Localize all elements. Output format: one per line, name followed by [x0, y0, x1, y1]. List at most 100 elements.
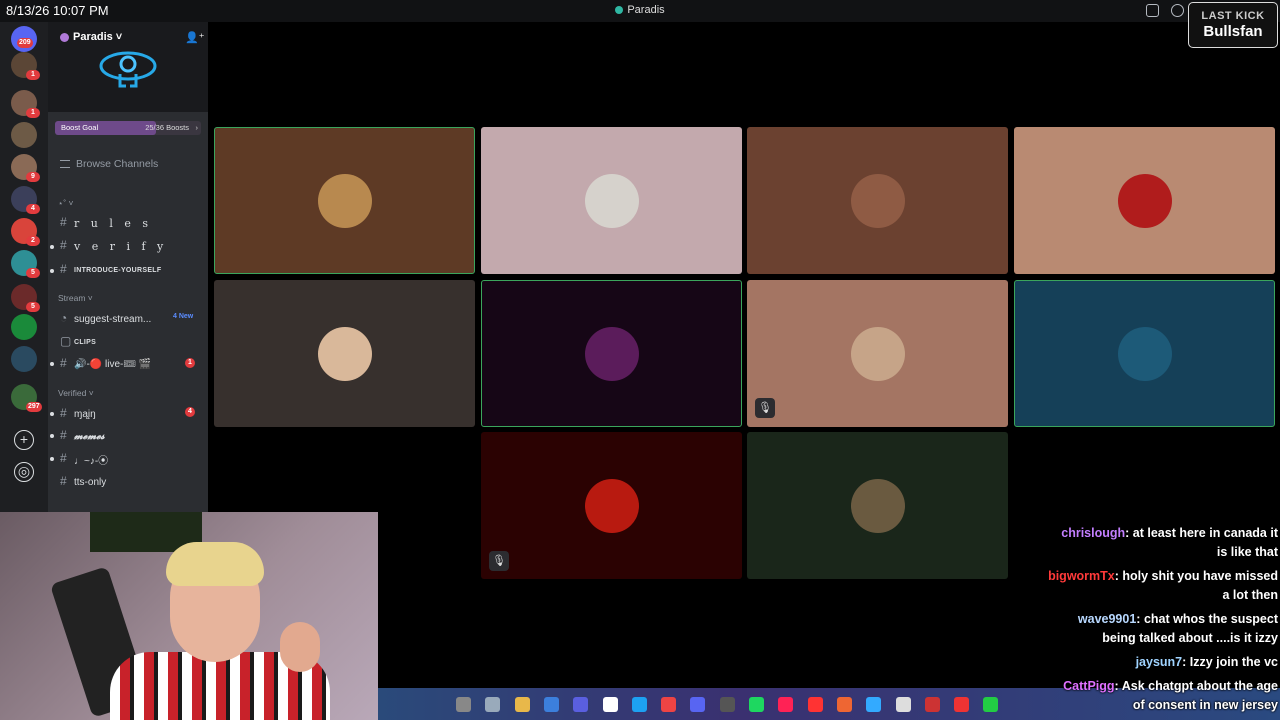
window-title-text: Paradis [627, 4, 665, 16]
channel-label: tts-only [74, 476, 107, 488]
server-name-button[interactable]: Paradis ˅ [60, 31, 122, 43]
channel-label: r u l e s [74, 216, 153, 230]
chat-message: CattPigg: Ask chatgpt about the age of c… [1063, 679, 1278, 712]
participant-tile[interactable] [481, 280, 742, 427]
taskbar-app-icon[interactable] [954, 697, 970, 712]
avatar [850, 173, 905, 228]
taskbar-app-icon[interactable] [866, 697, 882, 712]
mention-badge: 1 [185, 358, 195, 368]
channel-main[interactable]: # ɱąįŋ [50, 406, 96, 420]
participant-tile[interactable] [747, 280, 1008, 427]
boost-goal-bar[interactable]: Boost Goal 25/36 Boosts › [55, 121, 201, 135]
taskbar-app-icon[interactable] [661, 697, 677, 712]
invite-icon[interactable]: 👤⁺ [185, 31, 205, 44]
list-icon [60, 160, 70, 169]
channel-label: v e r i f y [74, 239, 168, 253]
chat-text: Izzy join the vc [1189, 655, 1278, 669]
chat-username: bigwormTx [1048, 569, 1115, 583]
channel-live[interactable]: # 🔊-🔴 live-🎟 🎬 [50, 356, 152, 370]
taskbar-app-icon[interactable] [778, 697, 794, 712]
chat-message: jaysun7: Izzy join the vc [1135, 655, 1278, 669]
server-badge: 4 [26, 204, 40, 214]
forum-icon: ▢ [60, 334, 72, 348]
channel-label: suggest-stream... [74, 313, 152, 325]
chat-message: chrislough: at least here in canada it i… [1061, 526, 1278, 559]
taskbar-app-icon[interactable] [924, 697, 940, 712]
unread-dot [50, 269, 54, 273]
participant-tile[interactable] [481, 127, 742, 274]
channel-music[interactable]: # ♩~♪-⦿ [50, 451, 109, 467]
last-kick-name: Bullsfan [1203, 23, 1263, 40]
chat-username: jaysun7 [1135, 655, 1183, 669]
participant-tile[interactable] [1014, 280, 1275, 427]
taskbar-app-icon[interactable] [456, 697, 471, 712]
inbox-icon[interactable] [1146, 4, 1159, 17]
channel-label: 🔊-🔴 live-🎟 🎬 [74, 358, 152, 370]
taskbar-app-icon[interactable] [602, 697, 618, 712]
hair-image [166, 542, 264, 586]
channel-label: ♩~♪-⦿ [74, 455, 109, 467]
channel-label: CLIPS [74, 338, 97, 346]
taskbar-app-icon[interactable] [807, 697, 823, 712]
participant-tile[interactable] [1014, 127, 1275, 274]
add-server-icon[interactable]: + [14, 430, 34, 450]
taskbar-app-icon[interactable] [719, 697, 735, 712]
taskbar-app-icon[interactable] [485, 697, 501, 712]
taskbar-app-icon[interactable] [690, 697, 706, 712]
participant-tile[interactable] [747, 127, 1008, 274]
channel-introduce-yourself[interactable]: # INTRODUCE-YOURSELF [50, 262, 162, 276]
last-kick-widget: LAST KICK Bullsfan [1188, 2, 1278, 48]
window-title: Paradis [0, 4, 1280, 16]
channel-label: ɱąįŋ [74, 408, 96, 420]
boost-label: Boost Goal [61, 123, 99, 132]
taskbar-app-icon[interactable] [983, 697, 999, 712]
taskbar-app-icon[interactable] [514, 697, 530, 712]
participant-tile[interactable] [214, 280, 475, 427]
category-stream[interactable]: Stream ˅ [58, 293, 93, 303]
category-verified[interactable]: Verified ˅ [58, 388, 94, 398]
avatar [1117, 326, 1172, 381]
taskbar-app-icon[interactable] [749, 697, 764, 712]
channel-rules[interactable]: # r u l e s [60, 215, 152, 230]
category-label: ⋆˚ [58, 198, 67, 208]
server-icon-9[interactable] [11, 314, 37, 340]
channel-label: INTRODUCE-YOURSELF [74, 266, 162, 274]
channel-tts-only[interactable]: # tts-only [60, 474, 106, 488]
new-posts-tag: 4 New [173, 313, 194, 320]
server-icon-3[interactable] [11, 122, 37, 148]
dm-badge: 209 [17, 38, 33, 48]
channel-memes[interactable]: # 𝓶𝓮𝓶𝓮𝓼 [50, 428, 105, 442]
browse-label: Browse Channels [76, 158, 159, 170]
channel-clips[interactable]: ▢ CLIPS [60, 334, 96, 348]
category-label: Stream [58, 293, 86, 303]
muted-mic-icon: 🎙 [489, 551, 509, 571]
participant-tile[interactable] [214, 127, 475, 274]
unread-dot [50, 362, 54, 366]
browse-channels-button[interactable]: Browse Channels [60, 158, 158, 170]
avatar [317, 173, 372, 228]
channel-sidebar: Paradis ˅ 👤⁺ Boost Goal 25/36 Boosts › B… [48, 22, 208, 512]
chat-message: wave9901: chat whos the suspect being ta… [1077, 612, 1278, 645]
category-header[interactable]: ⋆˚ ˅ [58, 198, 73, 209]
chat-text: holy shit you have missed a lot then [1122, 569, 1278, 602]
participant-tile[interactable] [481, 432, 742, 579]
channel-verify[interactable]: # v e r i f y [50, 238, 168, 253]
server-icon-10[interactable] [11, 346, 37, 372]
avatar [850, 478, 905, 533]
title-bar: 8/13/26 10:07 PM Paradis [0, 0, 1280, 22]
taskbar-app-icon[interactable] [631, 697, 647, 712]
muted-mic-icon: 🎙 [755, 398, 775, 418]
server-badge: 1 [26, 108, 40, 118]
server-icon [615, 6, 624, 15]
participant-tile[interactable] [747, 432, 1008, 579]
unread-dot [50, 245, 54, 249]
category-label: Verified [58, 388, 87, 398]
channel-suggest-stream[interactable]: ◔ suggest-stream... [60, 311, 151, 325]
chat-message: bigwormTx: holy shit you have missed a l… [1048, 569, 1278, 602]
taskbar-app-icon[interactable] [573, 697, 589, 712]
taskbar-app-icon[interactable] [543, 697, 559, 712]
taskbar-app-icon[interactable] [836, 697, 852, 712]
taskbar-app-icon[interactable] [895, 697, 911, 712]
discover-icon[interactable]: ◎ [14, 462, 34, 482]
help-icon[interactable] [1171, 4, 1184, 17]
